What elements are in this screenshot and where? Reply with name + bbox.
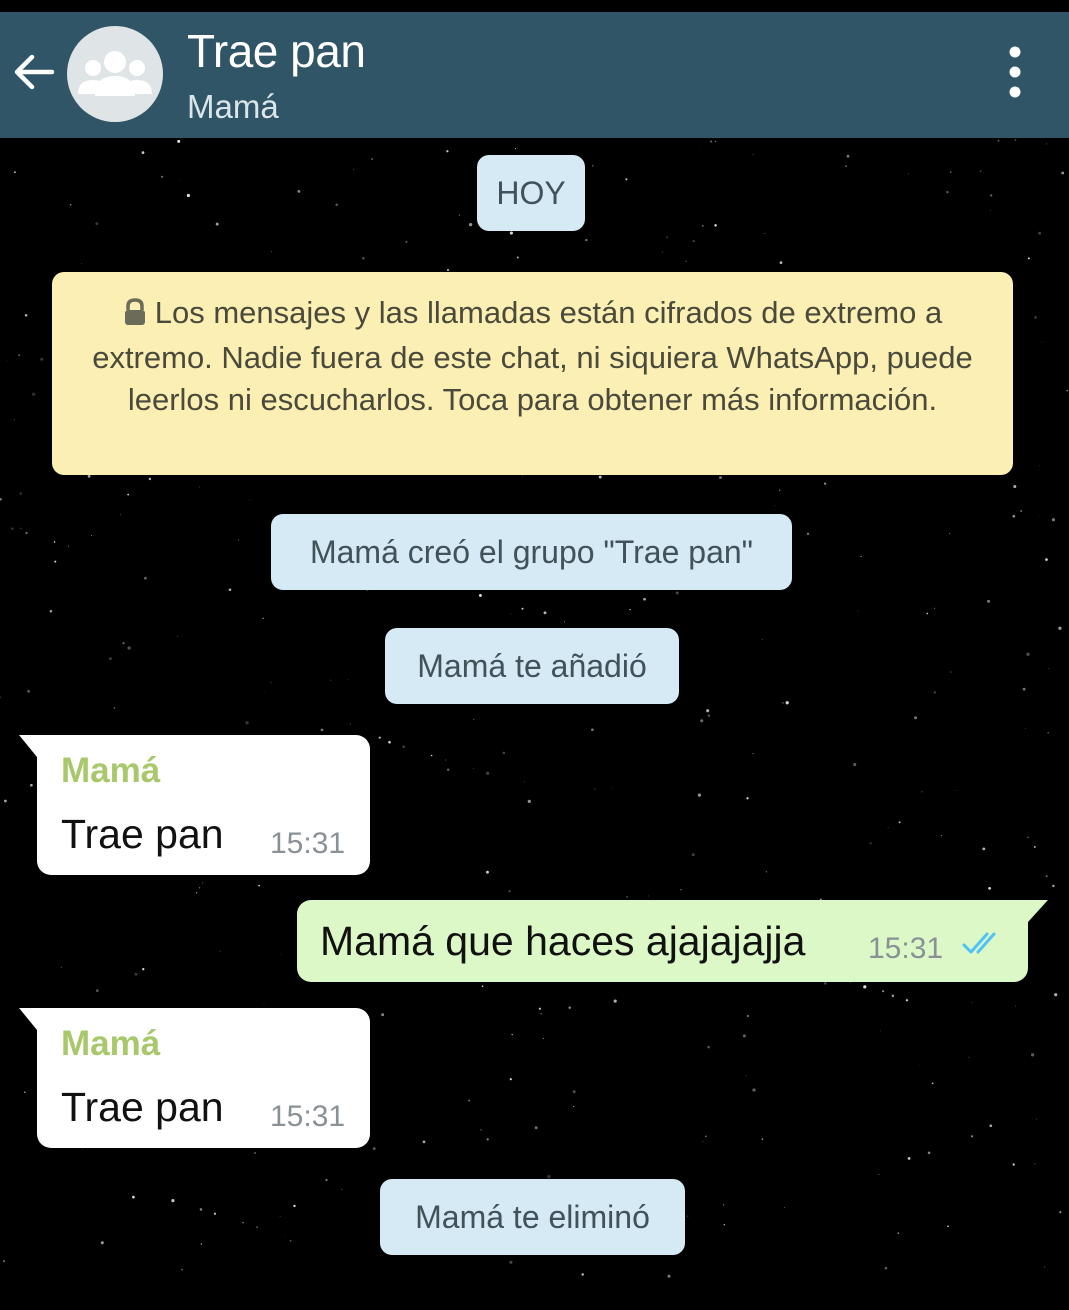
back-button[interactable]	[8, 46, 60, 98]
sender-name: Mamá	[61, 1024, 161, 1063]
message-text: Trae pan	[61, 1084, 224, 1130]
sender-name: Mamá	[61, 751, 161, 790]
incoming-message[interactable]: Mamá Trae pan 15:31	[19, 735, 370, 875]
incoming-message[interactable]: Mamá Trae pan 15:31	[19, 1008, 370, 1148]
group-icon	[78, 51, 152, 96]
message-time: 15:31	[270, 1100, 346, 1133]
menu-button[interactable]	[1000, 42, 1030, 102]
message-time: 15:31	[868, 932, 944, 965]
outgoing-message[interactable]: Mamá que haces ajajajajja 15:31	[297, 900, 1048, 982]
encryption-text: Los mensajes y las llamadas están cifrad…	[92, 295, 973, 417]
chat-title[interactable]: Trae pan	[187, 24, 366, 78]
lock-icon	[123, 295, 147, 337]
chat-header: Trae pan Mamá	[0, 12, 1069, 138]
whatsapp-chat-screen: Trae pan Mamá HOY Los mensajes y las lla…	[0, 0, 1069, 1310]
group-avatar[interactable]	[67, 26, 163, 122]
added-you-event: Mamá te añadió	[385, 628, 679, 704]
chat-area[interactable]: HOY Los mensajes y las llamadas están ci…	[0, 138, 1069, 1286]
more-vertical-icon	[1009, 46, 1021, 98]
message-text: Trae pan	[61, 811, 224, 857]
date-divider: HOY	[477, 155, 585, 231]
removed-you-event: Mamá te eliminó	[380, 1179, 685, 1255]
encryption-notice[interactable]: Los mensajes y las llamadas están cifrad…	[52, 272, 1013, 475]
double-check-icon	[962, 932, 996, 954]
chat-participants[interactable]: Mamá	[187, 88, 279, 126]
group-created-event: Mamá creó el grupo "Trae pan"	[271, 514, 792, 590]
arrow-left-icon	[14, 54, 55, 90]
message-text: Mamá que haces ajajajajja	[320, 918, 806, 964]
message-time: 15:31	[270, 827, 346, 860]
